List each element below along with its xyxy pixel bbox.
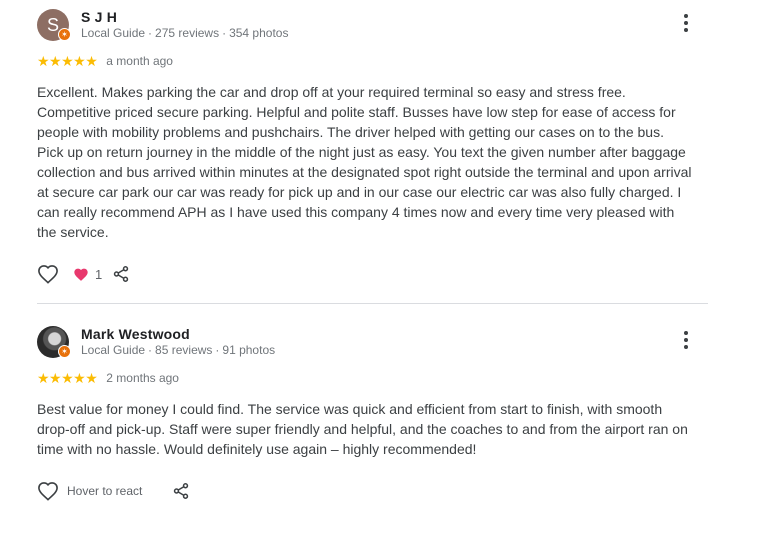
review-text: Best value for money I could find. The s…	[37, 401, 688, 457]
local-guide-badge-icon: ✶	[58, 345, 71, 358]
reviewer-review-count: 275 reviews	[155, 26, 220, 40]
hover-to-react-label: Hover to react	[67, 484, 143, 498]
review-time: 2 months ago	[106, 371, 179, 385]
more-options-icon[interactable]	[676, 10, 696, 36]
reaction-count-button[interactable]: 1	[73, 267, 102, 282]
review-time: a month ago	[106, 54, 173, 68]
rating-row: ★★★★★ a month ago	[37, 52, 708, 70]
reviewer-type: Local Guide	[81, 343, 146, 357]
star-rating: ★★★★★	[37, 52, 98, 69]
reviewer-name[interactable]: S J H	[81, 9, 117, 25]
review-divider	[37, 303, 708, 304]
review-card: S ✶ S J H Local Guide · 275 reviews · 354 ph…	[37, 8, 708, 286]
reviewer-review-count: 85 reviews	[155, 343, 213, 357]
reviewer-type: Local Guide	[81, 26, 146, 40]
reviewer-name[interactable]: Mark Westwood	[81, 326, 190, 342]
share-icon[interactable]	[112, 265, 130, 283]
review-card: ✶ Mark Westwood Local Guide · 85 reviews · 9…	[37, 325, 708, 503]
reviewer-meta: Local Guide · 275 reviews · 354 photos	[81, 26, 289, 40]
review-actions: 1	[37, 262, 708, 286]
review-actions: Hover to react	[37, 479, 708, 503]
reviewer-photo-count: 91 photos	[222, 343, 276, 357]
review-header: ✶ Mark Westwood Local Guide · 85 reviews · 9…	[37, 325, 708, 369]
local-guide-badge-icon: ✶	[58, 28, 71, 41]
reviewer-meta: Local Guide · 85 reviews · 91 photos	[81, 343, 276, 357]
heart-reaction-icon	[74, 268, 88, 281]
review-header: S ✶ S J H Local Guide · 275 reviews · 354 ph…	[37, 8, 708, 52]
like-heart-icon[interactable]	[37, 264, 59, 284]
like-heart-icon[interactable]	[37, 481, 59, 501]
reviewer-photo-count: 354 photos	[229, 26, 289, 40]
rating-row: ★★★★★ 2 months ago	[37, 369, 708, 387]
star-rating: ★★★★★	[37, 369, 98, 386]
reaction-count: 1	[95, 266, 103, 282]
share-icon[interactable]	[172, 482, 190, 500]
review-text: Excellent. Makes parking the car and dro…	[37, 84, 692, 240]
more-options-icon[interactable]	[676, 327, 696, 353]
